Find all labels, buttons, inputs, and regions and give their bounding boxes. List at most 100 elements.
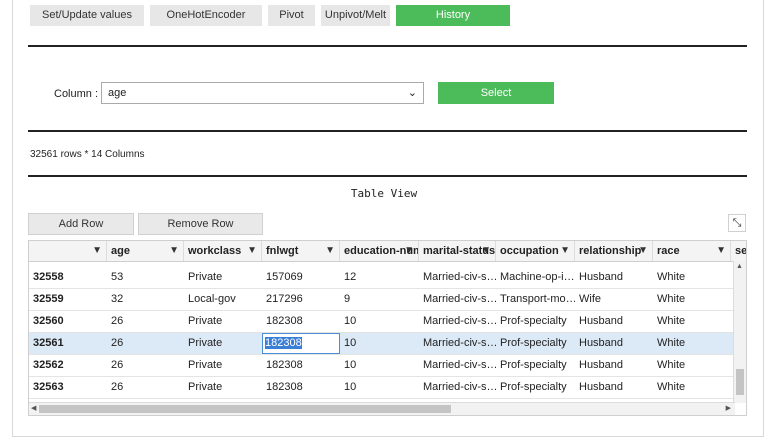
vertical-scrollbar[interactable]: ▲ xyxy=(733,261,746,403)
column-header[interactable]: ▼ xyxy=(29,241,107,261)
filter-icon[interactable]: ▼ xyxy=(92,241,102,261)
partial-row: 32557 26? 182308 10 Never-married? Own-child O… xyxy=(29,261,735,266)
table-cell[interactable]: 26 xyxy=(107,333,184,354)
table-cell[interactable]: 182308 xyxy=(262,377,340,398)
column-header[interactable]: marital-status ▼ xyxy=(419,241,496,261)
table-cell[interactable]: 32558 xyxy=(29,267,107,288)
table-row[interactable]: 32561 26 Private 182308 10 Married-civ-s… Prof… xyxy=(29,333,735,355)
column-header-label: workclass xyxy=(188,245,242,257)
table-cell[interactable]: Private xyxy=(184,311,262,332)
table-cell[interactable]: 32559 xyxy=(29,289,107,310)
filter-icon[interactable]: ▼ xyxy=(325,241,335,261)
table-cell[interactable]: 32560 xyxy=(29,311,107,332)
horizontal-scroll-thumb[interactable] xyxy=(39,405,451,413)
column-header[interactable]: age ▼ xyxy=(107,241,184,261)
table-cell[interactable]: White xyxy=(653,289,731,310)
column-header[interactable]: occupation ▼ xyxy=(496,241,575,261)
column-header[interactable]: race ▼ xyxy=(653,241,731,261)
scroll-up-icon[interactable]: ▲ xyxy=(736,263,743,270)
table-row[interactable]: 32559 32 Local-gov 217296 9 Married-civ-s… Tra… xyxy=(29,289,735,311)
filter-icon[interactable]: ▼ xyxy=(481,241,491,261)
column-header[interactable]: se xyxy=(731,241,746,261)
divider xyxy=(28,45,747,47)
tab-set-update-values[interactable]: Set/Update values xyxy=(30,5,144,26)
table-cell[interactable]: Married-civ-s… xyxy=(419,311,496,332)
tab-onehotencoder[interactable]: OneHotEncoder xyxy=(150,5,262,26)
table-cell[interactable]: Private xyxy=(184,333,262,354)
table-cell[interactable]: White xyxy=(653,355,731,376)
column-header[interactable]: education-num ▼ xyxy=(340,241,419,261)
table-cell[interactable]: 32563 xyxy=(29,377,107,398)
filter-icon[interactable]: ▼ xyxy=(716,241,726,261)
column-header[interactable]: relationship ▼ xyxy=(575,241,653,261)
table-row[interactable]: 32562 26 Private 182308 10 Married-civ-s… Prof… xyxy=(29,355,735,377)
table-cell[interactable]: 32562 xyxy=(29,355,107,376)
column-header[interactable]: workclass ▼ xyxy=(184,241,262,261)
table-cell[interactable]: Husband xyxy=(575,377,653,398)
expand-icon[interactable]: ⤡ xyxy=(728,214,746,232)
table-cell[interactable]: Wife xyxy=(575,289,653,310)
column-header-label: occupation xyxy=(500,245,559,257)
table-cell[interactable]: 10 xyxy=(340,377,419,398)
remove-row-button[interactable]: Remove Row xyxy=(138,213,263,235)
table-cell[interactable]: White xyxy=(653,333,731,354)
tab-history[interactable]: History xyxy=(396,5,510,26)
table-cell[interactable]: Husband xyxy=(575,267,653,288)
table-cell[interactable]: Prof-specialty xyxy=(496,333,575,354)
column-header[interactable]: fnlwgt ▼ xyxy=(262,241,340,261)
filter-icon[interactable]: ▼ xyxy=(247,241,257,261)
column-dropdown[interactable]: age ⌄ xyxy=(101,82,424,104)
table-cell[interactable]: Husband xyxy=(575,333,653,354)
table-cell[interactable]: Husband xyxy=(575,355,653,376)
table-cell[interactable]: 32 xyxy=(107,289,184,310)
table-cell[interactable]: 217296 xyxy=(262,289,340,310)
table-cell[interactable]: Married-civ-s… xyxy=(419,355,496,376)
table-cell[interactable]: Prof-specialty xyxy=(496,377,575,398)
table-cell[interactable]: 10 xyxy=(340,311,419,332)
table-cell[interactable]: 157069 xyxy=(262,267,340,288)
add-row-button[interactable]: Add Row xyxy=(28,213,134,235)
table-cell[interactable]: White xyxy=(653,267,731,288)
table-cell[interactable]: 10 xyxy=(340,333,419,354)
table-cell[interactable]: 26 xyxy=(107,311,184,332)
table-cell[interactable]: Married-civ-s… xyxy=(419,289,496,310)
table-cell[interactable]: Married-civ-s… xyxy=(419,333,496,354)
table-cell[interactable]: Private xyxy=(184,267,262,288)
filter-icon[interactable]: ▼ xyxy=(404,241,414,261)
table-row[interactable]: 32558 53 Private 157069 12 Married-civ-s… Mach… xyxy=(29,267,735,289)
cell-editor[interactable]: 182308 xyxy=(262,333,340,354)
tab-pivot[interactable]: Pivot xyxy=(268,5,315,26)
table-cell[interactable]: Married-civ-s… xyxy=(419,377,496,398)
table-cell[interactable]: Machine-op-i… xyxy=(496,267,575,288)
table-cell[interactable]: 26 xyxy=(107,355,184,376)
filter-icon[interactable]: ▼ xyxy=(169,241,179,261)
table-cell[interactable]: Transport-mo… xyxy=(496,289,575,310)
table-cell[interactable]: Prof-specialty xyxy=(496,311,575,332)
filter-icon[interactable]: ▼ xyxy=(638,241,648,261)
table-cell[interactable]: 182308 xyxy=(262,355,340,376)
tab-unpivot-melt[interactable]: Unpivot/Melt xyxy=(321,5,390,26)
table-cell[interactable]: 26 xyxy=(107,377,184,398)
table-cell[interactable]: White xyxy=(653,377,731,398)
table-row[interactable]: 32560 26 Private 182308 10 Married-civ-s… Prof… xyxy=(29,311,735,333)
table-cell[interactable]: 12 xyxy=(340,267,419,288)
table-cell[interactable]: Local-gov xyxy=(184,289,262,310)
table-cell[interactable]: Private xyxy=(184,355,262,376)
scroll-right-icon[interactable]: ▶ xyxy=(726,403,731,415)
table-cell[interactable]: Prof-specialty xyxy=(496,355,575,376)
table-cell[interactable]: Private xyxy=(184,377,262,398)
table-cell[interactable]: Husband xyxy=(575,311,653,332)
table-cell[interactable]: 10 xyxy=(340,355,419,376)
table-row[interactable]: 32563 26 Private 182308 10 Married-civ-s… Prof… xyxy=(29,377,735,399)
horizontal-scrollbar[interactable]: ◀ ▶ xyxy=(29,402,735,415)
table-cell[interactable]: Married-civ-s… xyxy=(419,267,496,288)
table-cell[interactable]: 53 xyxy=(107,267,184,288)
vertical-scroll-thumb[interactable] xyxy=(736,369,744,395)
table-cell[interactable]: 182308 xyxy=(262,311,340,332)
table-cell[interactable]: 32561 xyxy=(29,333,107,354)
table-cell[interactable]: White xyxy=(653,311,731,332)
table-cell[interactable]: 9 xyxy=(340,289,419,310)
filter-icon[interactable]: ▼ xyxy=(560,241,570,261)
scroll-left-icon[interactable]: ◀ xyxy=(31,403,36,415)
select-button[interactable]: Select xyxy=(438,82,554,104)
